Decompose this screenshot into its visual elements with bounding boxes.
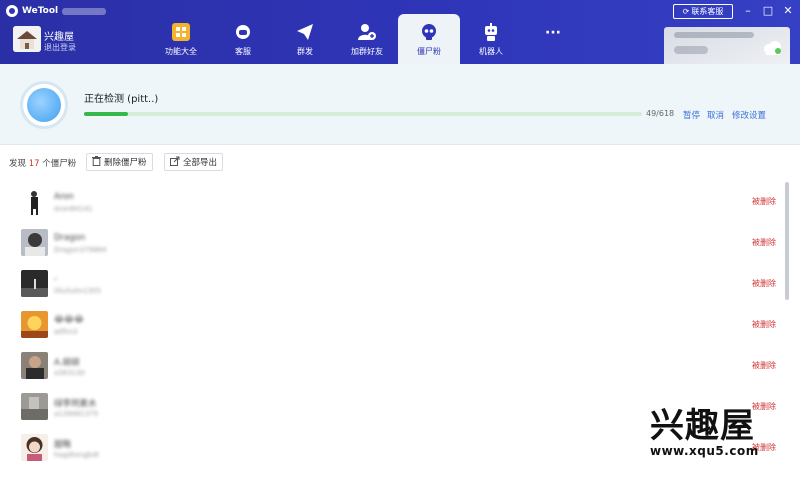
robot-icon	[480, 22, 502, 42]
maximize-icon[interactable]: □	[761, 4, 775, 18]
watermark-url: www.xqu5.com	[650, 444, 759, 458]
status-badge: 被删除	[752, 238, 776, 247]
contact-id: a139461375	[54, 410, 99, 418]
export-all-button[interactable]: 全部导出	[164, 153, 224, 171]
cancel-button[interactable]: 取消	[707, 109, 724, 121]
top-bar: WeTool 兴趣屋 退出登录 功能大全 客服 群发 加群好友 僵尸粉 机器人 …	[0, 0, 800, 64]
status-badge: 被删除	[752, 197, 776, 206]
nav-service[interactable]: 客服	[212, 14, 274, 64]
found-count-text: 发现 17 个僵尸粉	[9, 159, 77, 169]
contact-name: -	[54, 274, 58, 284]
nav-zombie-fans[interactable]: 僵尸粉	[398, 14, 460, 64]
minimize-icon[interactable]: –	[741, 4, 755, 18]
trash-icon	[92, 155, 101, 169]
scan-status: 正在检测 (pitt..)	[84, 94, 159, 105]
delete-zombie-label: 删除僵尸粉	[104, 158, 147, 168]
contact-name: 绿李珂素水	[54, 399, 97, 409]
nav-more[interactable]: ···	[522, 14, 584, 64]
grid-icon	[170, 22, 192, 42]
nav-label: 客服	[235, 46, 251, 56]
scan-progress-count: 49/618	[646, 109, 675, 118]
close-icon[interactable]: ✕	[781, 4, 795, 18]
status-badge: 被删除	[752, 279, 776, 288]
nav-label: 机器人	[479, 46, 503, 56]
cloud-icon	[764, 41, 781, 55]
contact-id: Dragon379884	[54, 246, 107, 254]
contact-avatar	[21, 229, 48, 256]
list-item[interactable]: A.胡胡 a363130 被删除	[0, 346, 785, 386]
export-all-label: 全部导出	[183, 158, 218, 168]
contact-id: liliuliu0v1355	[54, 287, 101, 295]
list-scrollbar[interactable]	[785, 182, 789, 300]
profile-card[interactable]	[664, 27, 790, 64]
nav-features[interactable]: 功能大全	[150, 14, 212, 64]
delete-zombie-button[interactable]: 删除僵尸粉	[86, 153, 153, 171]
list-item[interactable]: Aron Aron84141 被删除	[0, 182, 785, 222]
contact-id: Aron84141	[54, 205, 93, 213]
contact-id: wlfhn3	[54, 328, 78, 336]
more-icon: ···	[545, 24, 561, 41]
app-logo-icon	[6, 5, 18, 17]
nav-broadcast[interactable]: 群发	[274, 14, 336, 64]
nav-robot[interactable]: 机器人	[460, 14, 522, 64]
contact-support-button[interactable]: ⟳ 联系客服	[673, 4, 733, 19]
main-nav: 功能大全 客服 群发 加群好友 僵尸粉 机器人 ···	[150, 14, 584, 64]
app-title-text: WeTool	[22, 6, 59, 16]
headset-icon	[232, 22, 254, 42]
watermark: 兴趣屋 www.xqu5.com	[650, 408, 762, 458]
app-version-redacted	[62, 7, 107, 15]
contact-name: 😂😂😂	[54, 315, 84, 325]
contact-avatar	[21, 393, 48, 420]
list-item[interactable]: Dragon Dragon379884 被删除	[0, 223, 785, 263]
scan-spinner-icon	[20, 81, 68, 129]
status-badge: 被删除	[752, 361, 776, 370]
contact-avatar	[21, 188, 48, 215]
add-friend-icon	[356, 22, 378, 42]
pause-button[interactable]: 暂停	[683, 109, 700, 121]
scan-panel: 正在检测 (pitt..) 49/618 暂停 取消 修改设置	[0, 64, 800, 145]
contact-avatar	[21, 311, 48, 338]
status-badge: 被删除	[752, 320, 776, 329]
skull-icon	[418, 22, 440, 42]
nav-label: 功能大全	[165, 46, 197, 56]
nav-label: 群发	[297, 46, 313, 56]
list-item[interactable]: - liliuliu0v1355 被删除	[0, 264, 785, 304]
logout-link[interactable]: 退出登录	[44, 42, 76, 53]
scan-progress-bar	[84, 112, 642, 116]
profile-card-redacted	[674, 32, 754, 38]
contact-id: a363130	[54, 369, 86, 377]
profile-card-badge-redacted	[674, 46, 708, 54]
contact-avatar	[21, 270, 48, 297]
app-title: WeTool	[6, 4, 107, 18]
export-icon	[170, 156, 180, 169]
modify-settings-button[interactable]: 修改设置	[732, 109, 766, 121]
contact-name: Aron	[54, 192, 74, 202]
contact-avatar	[21, 352, 48, 379]
scan-progress-fill	[84, 112, 129, 116]
contact-avatar	[21, 434, 48, 461]
nav-add-friends[interactable]: 加群好友	[336, 14, 398, 64]
contact-name: 甜略	[54, 440, 72, 450]
avatar[interactable]	[13, 26, 41, 52]
contact-id: hagdtengbdt	[54, 451, 100, 459]
found-count: 17	[28, 159, 40, 169]
contact-name: Dragon	[54, 233, 86, 243]
nav-label: 加群好友	[351, 46, 383, 56]
paper-plane-icon	[294, 22, 316, 42]
list-item[interactable]: 😂😂😂 wlfhn3 被删除	[0, 305, 785, 345]
contact-support-label: 联系客服	[691, 7, 724, 16]
refresh-icon: ⟳	[682, 7, 690, 16]
watermark-logo: 兴趣屋	[650, 406, 755, 446]
user-name: 兴趣屋	[44, 32, 74, 43]
nav-label: 僵尸粉	[417, 46, 441, 56]
contact-name: A.胡胡	[54, 358, 80, 368]
